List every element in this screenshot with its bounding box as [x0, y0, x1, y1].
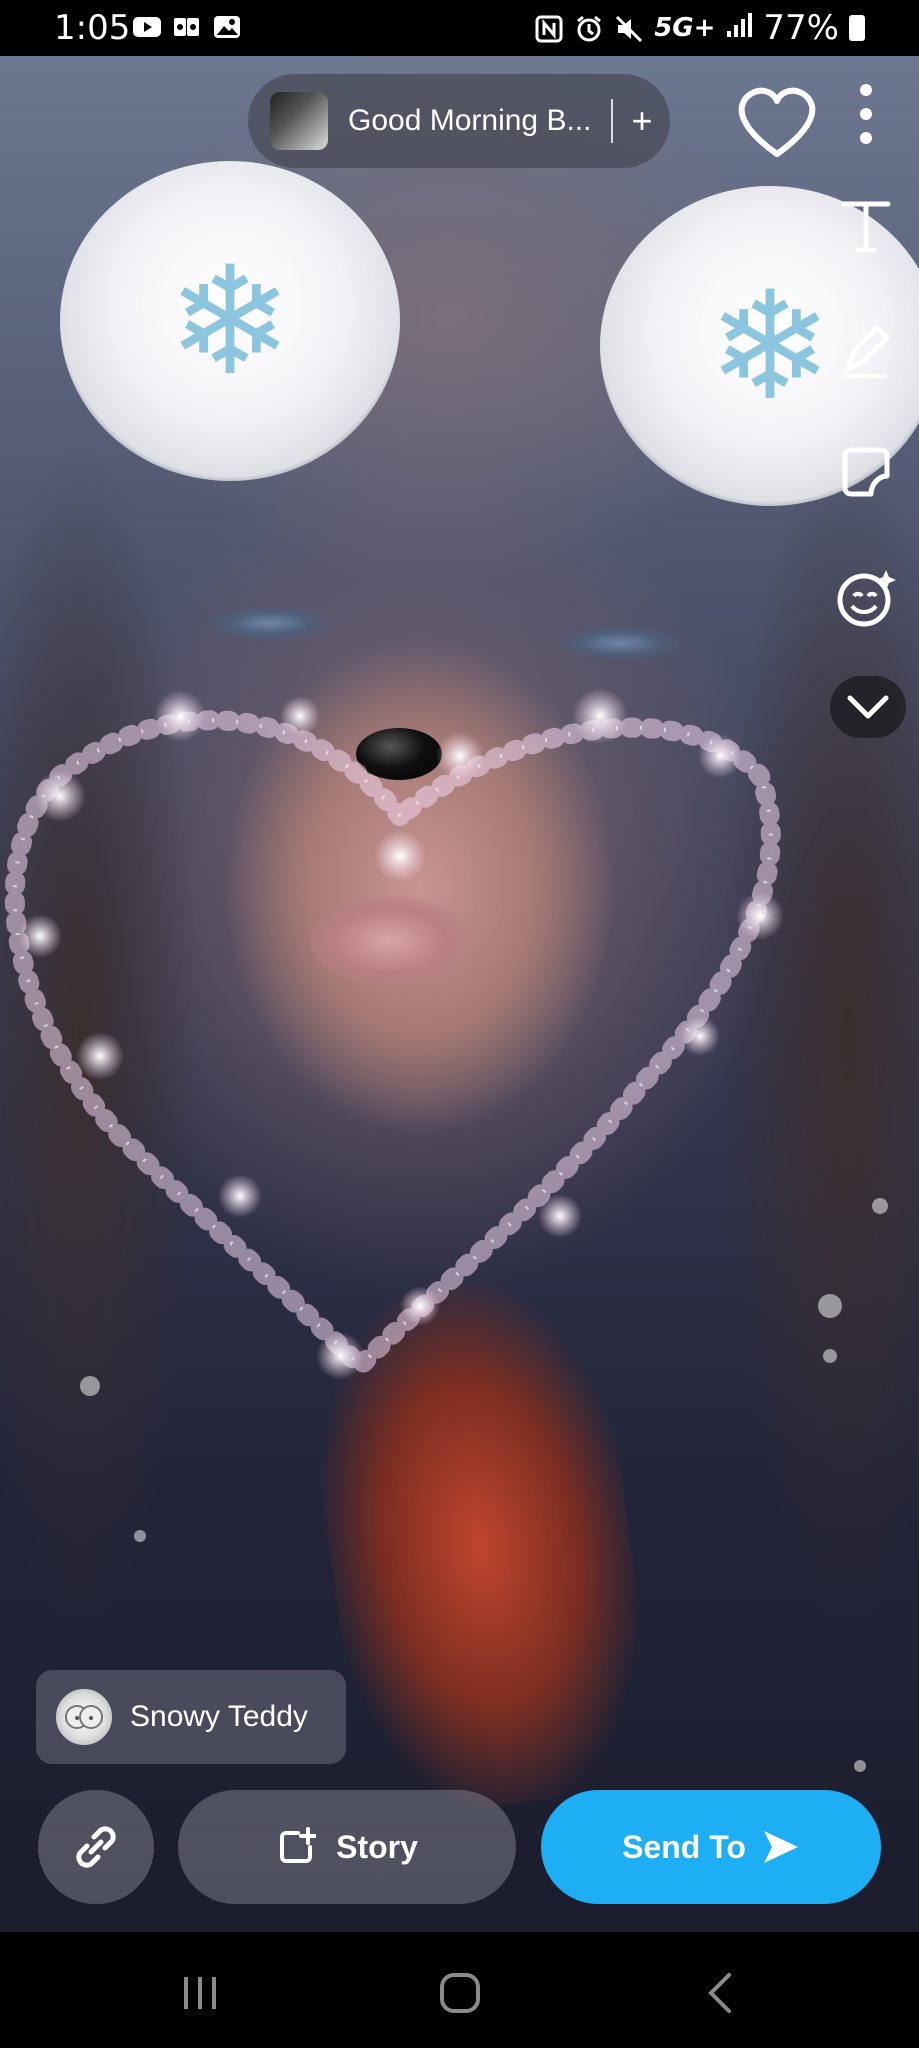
- back-icon[interactable]: [690, 1968, 750, 2018]
- story-button[interactable]: Story: [178, 1790, 516, 1904]
- battery-icon: [849, 15, 865, 41]
- android-nav-bar: [0, 1932, 919, 2048]
- games-icon: [172, 14, 202, 40]
- send-arrow-icon: [763, 1831, 798, 1863]
- link-button[interactable]: [38, 1790, 154, 1904]
- emoji-sparkle-icon[interactable]: [832, 564, 900, 632]
- mute-icon: [614, 13, 644, 43]
- battery-percent: 77%: [763, 8, 839, 48]
- add-story-icon: [280, 1827, 317, 1863]
- sound-title: Good Morning B...: [348, 104, 592, 137]
- lens-chip[interactable]: Snowy Teddy: [36, 1670, 346, 1764]
- recent-apps-icon[interactable]: [170, 1968, 230, 2018]
- text-icon[interactable]: [832, 192, 900, 260]
- sticker-icon[interactable]: [832, 440, 900, 508]
- youtube-icon: [132, 14, 162, 40]
- status-right: 5G+ 77%: [534, 8, 865, 48]
- pencil-icon[interactable]: [832, 316, 900, 384]
- network-type: 5G+: [654, 13, 716, 43]
- more-icon[interactable]: [832, 80, 900, 148]
- sound-selector[interactable]: Good Morning B... +: [248, 74, 670, 168]
- status-bar: 1:05 5G+ 77%: [0, 0, 919, 56]
- gallery-icon: [212, 14, 242, 40]
- add-sound-button[interactable]: +: [631, 100, 652, 142]
- lens-icon: [56, 1689, 112, 1745]
- home-icon[interactable]: [430, 1968, 490, 2018]
- collapse-tools-button[interactable]: [830, 676, 906, 738]
- signal-icon: [725, 8, 753, 48]
- send-label: Send To: [622, 1828, 746, 1865]
- status-time: 1:05: [54, 8, 131, 48]
- heart-icon[interactable]: [736, 84, 818, 160]
- alarm-icon: [574, 13, 604, 43]
- lens-name: Snowy Teddy: [130, 1700, 308, 1733]
- story-label: Story: [336, 1828, 418, 1865]
- link-icon: [76, 1826, 116, 1868]
- sound-thumbnail: [270, 92, 328, 150]
- snowflake-heart-effect: [4, 688, 888, 1772]
- sound-divider: [611, 99, 614, 143]
- status-notification-icons: [132, 14, 242, 40]
- send-to-button[interactable]: Send To: [541, 1790, 881, 1904]
- nfc-icon: [534, 13, 564, 43]
- chevron-down-icon: [847, 695, 889, 719]
